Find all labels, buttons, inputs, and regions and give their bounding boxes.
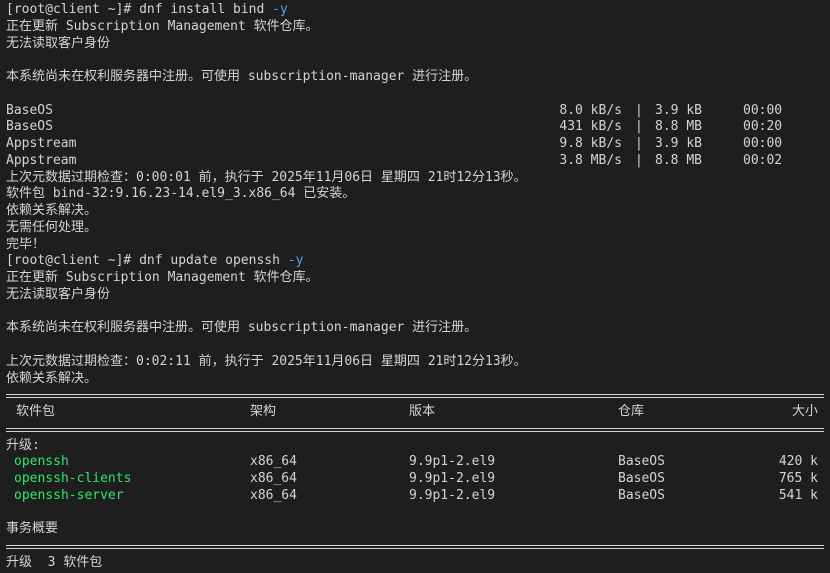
table-separator [6,421,830,438]
table-separator [6,387,830,404]
repo-separator: | [635,102,643,118]
table-separator [6,538,830,555]
summary-title: 事务概要 [6,521,59,537]
command-flag: -y [272,2,288,17]
output-line: 无法读取客户身份 [6,286,111,302]
row-arch: x86_64 [250,487,297,503]
shell-prompt: [root@client ~]# [6,2,140,17]
row-package: openssh-server [14,487,124,503]
repo-size: 8.8 MB [655,119,702,135]
repo-line: Appstream 3.8 MB/s | 8.8 MB 00:02 [6,153,830,170]
output-line: 无需任何处理。 [6,219,98,235]
repo-name: Appstream [6,152,77,168]
repo-time: 00:20 [743,119,783,135]
output-line: 上次元数据过期检查：0:00:01 前，执行于 2025年11月06日 星期四 … [6,169,527,185]
output-line: 正在更新 Subscription Management 软件仓库。 [6,270,319,285]
repo-line: BaseOS 8.0 kB/s | 3.9 kB 00:00 [6,103,830,120]
header-arch: 架构 [250,404,277,419]
repo-name: BaseOS [6,119,53,135]
output-line: 本系统尚未在权利服务器中注册。可使用 subscription-manager … [6,69,478,84]
command-text: dnf install bind [139,2,273,17]
repo-speed: 8.0 kB/s [559,102,622,118]
command-text: dnf update openssh [139,253,288,269]
terminal-window[interactable]: [root@client ~]# dnf install bind -y 正在更… [0,0,830,573]
row-version: 9.9p1-2.el9 [409,454,496,470]
shell-prompt: [root@client ~]# [6,253,140,269]
repo-speed: 431 kB/s [559,119,622,135]
row-arch: x86_64 [250,471,297,486]
header-package: 软件包 [16,404,56,419]
header-repo: 仓库 [618,404,645,419]
row-repo: BaseOS [618,487,665,503]
command-line: [root@client ~]# dnf install bind -y [6,2,830,19]
repo-name: BaseOS [6,102,53,118]
row-repo: BaseOS [618,454,665,470]
repo-separator: | [635,152,643,168]
output-line: 无法读取客户身份 [6,35,111,51]
row-version: 9.9p1-2.el9 [409,487,496,503]
repo-time: 00:00 [743,136,783,151]
output-line: 软件包 bind-32:9.16.23-14.el9_3.x86_64 已安装。 [6,186,356,202]
repo-time: 00:00 [743,102,783,118]
repo-separator: | [635,136,643,151]
table-row: openssh x86_64 9.9p1-2.el9 BaseOS 420 k [6,454,830,471]
header-version: 版本 [409,404,436,419]
repo-size: 3.9 kB [655,102,702,118]
row-package: openssh-clients [14,471,132,486]
row-arch: x86_64 [250,454,297,470]
output-line: 正在更新 Subscription Management 软件仓库。 [6,18,319,34]
table-section-label: 升级: [6,437,40,453]
repo-separator: | [635,119,643,135]
row-version: 9.9p1-2.el9 [409,471,496,486]
repo-time: 00:02 [743,152,783,168]
repo-size: 3.9 kB [655,136,702,151]
output-line: 依赖关系解决。 [6,370,98,386]
header-size: 大小 [791,404,818,419]
row-repo: BaseOS [618,471,665,486]
output-line: 本系统尚未在权利服务器中注册。可使用 subscription-manager … [6,320,478,336]
output-line: 依赖关系解决。 [6,203,98,218]
output-line: 上次元数据过期检查：0:02:11 前，执行于 2025年11月06日 星期四 … [6,353,527,369]
repo-size: 8.8 MB [655,152,702,168]
summary-line: 升级 3 软件包 [6,554,103,570]
row-package: openssh [14,454,69,470]
repo-line: Appstream 9.8 kB/s | 3.9 kB 00:00 [6,136,830,153]
table-header: 软件包 架构 版本 仓库 大小 [6,404,830,421]
row-size: 765 k [778,471,818,486]
table-row: openssh-clients x86_64 9.9p1-2.el9 BaseO… [6,471,830,488]
repo-speed: 3.8 MB/s [559,152,622,168]
row-size: 541 k [778,487,818,503]
command-line: [root@client ~]# dnf update openssh -y [6,253,830,270]
table-row: openssh-server x86_64 9.9p1-2.el9 BaseOS… [6,488,830,505]
repo-speed: 9.8 kB/s [559,136,622,151]
repo-name: Appstream [6,136,77,151]
repo-line: BaseOS 431 kB/s | 8.8 MB 00:20 [6,119,830,136]
command-flag: -y [287,253,304,269]
output-line: 完毕！ [6,236,46,252]
row-size: 420 k [778,454,818,470]
